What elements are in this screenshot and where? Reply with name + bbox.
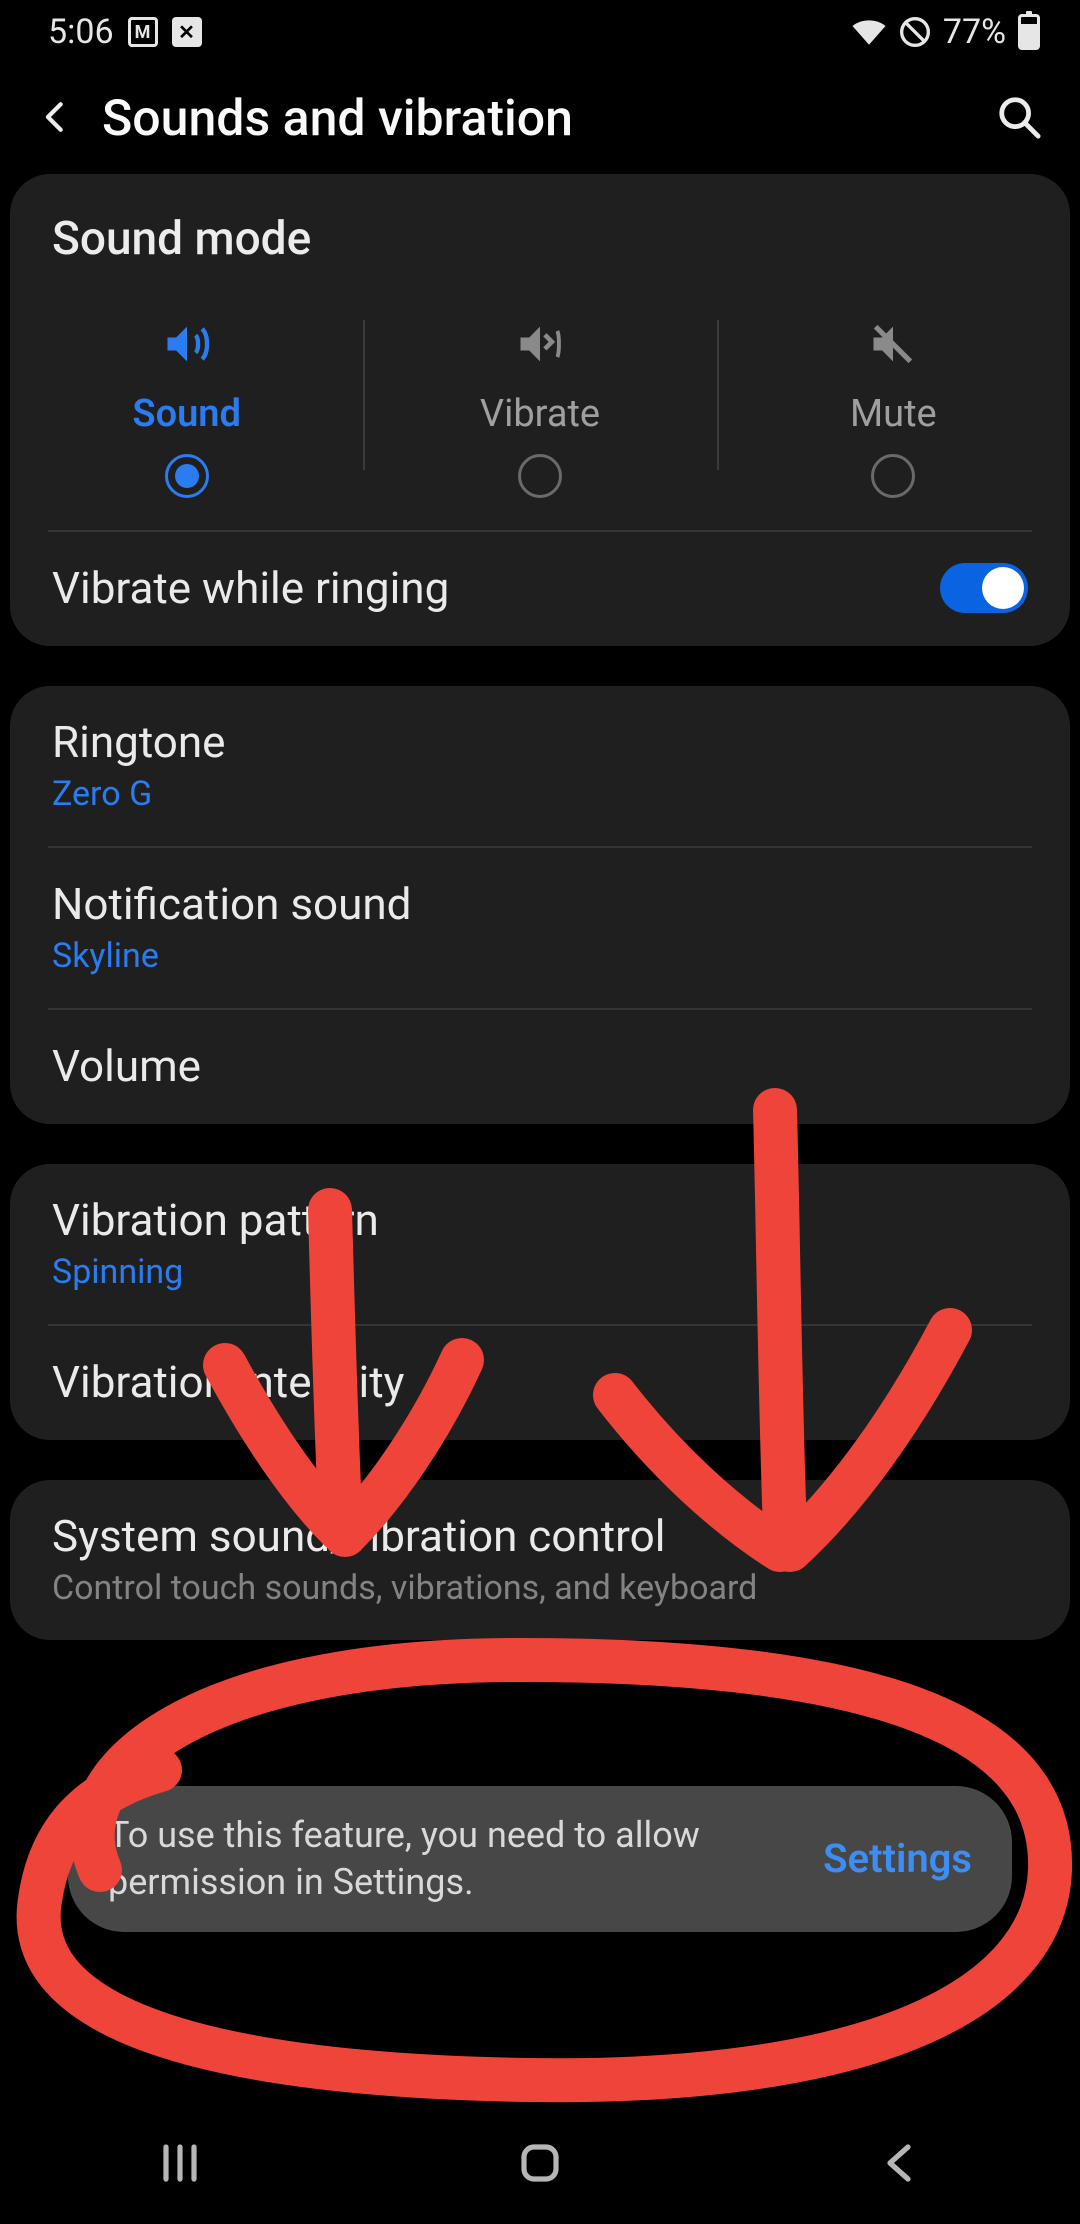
mode-option-vibrate[interactable]: Vibrate bbox=[363, 308, 716, 510]
row-label: Vibration pattern bbox=[52, 1194, 1028, 1246]
home-button[interactable] bbox=[516, 2139, 564, 2191]
toast-message: To use this feature, you need to allow p… bbox=[108, 1812, 799, 1906]
sounds-card: Ringtone Zero G Notification sound Skyli… bbox=[10, 686, 1070, 1124]
row-label: Notification sound bbox=[52, 878, 1028, 930]
card-error-icon: ✕ bbox=[172, 17, 202, 47]
row-label: Vibrate while ringing bbox=[52, 562, 920, 614]
recents-button[interactable] bbox=[156, 2139, 204, 2191]
sound-mode-card: Sound mode Sound Vibrate Mu bbox=[10, 174, 1070, 646]
vibration-pattern-row[interactable]: Vibration pattern Spinning bbox=[10, 1164, 1070, 1324]
status-right: 77% bbox=[851, 12, 1040, 52]
vibration-card: Vibration pattern Spinning Vibration int… bbox=[10, 1164, 1070, 1440]
row-label: Volume bbox=[52, 1040, 1028, 1092]
speaker-icon bbox=[161, 318, 213, 374]
vibrate-icon bbox=[514, 318, 566, 374]
row-value: Zero G bbox=[52, 774, 1028, 814]
row-label: Ringtone bbox=[52, 716, 1028, 768]
do-not-disturb-icon bbox=[899, 16, 931, 48]
back-button[interactable] bbox=[38, 95, 72, 143]
vibration-intensity-row[interactable]: Vibration intensity bbox=[10, 1326, 1070, 1440]
row-label: System sound/vibration control bbox=[52, 1510, 1028, 1562]
vibrate-while-ringing-row[interactable]: Vibrate while ringing bbox=[10, 532, 1070, 646]
search-button[interactable] bbox=[996, 94, 1042, 144]
system-sound-row[interactable]: System sound/vibration control Control t… bbox=[10, 1480, 1070, 1640]
row-value: Skyline bbox=[52, 936, 1028, 976]
speaker-mute-icon bbox=[867, 318, 919, 374]
ringtone-row[interactable]: Ringtone Zero G bbox=[10, 686, 1070, 846]
mode-label: Mute bbox=[850, 392, 937, 436]
permission-toast: To use this feature, you need to allow p… bbox=[68, 1786, 1012, 1932]
status-bar: 5:06 M ✕ 77% bbox=[0, 0, 1080, 64]
radio-unselected[interactable] bbox=[871, 454, 915, 498]
sound-mode-options: Sound Vibrate Mute bbox=[10, 286, 1070, 530]
toast-settings-button[interactable]: Settings bbox=[823, 1835, 972, 1882]
battery-percent: 77% bbox=[943, 12, 1006, 52]
navigation-bar bbox=[0, 2110, 1080, 2220]
mode-option-sound[interactable]: Sound bbox=[10, 308, 363, 510]
settings-content: Sound mode Sound Vibrate Mu bbox=[0, 174, 1080, 1640]
status-left: 5:06 M ✕ bbox=[48, 12, 202, 52]
volume-row[interactable]: Volume bbox=[10, 1010, 1070, 1124]
battery-icon bbox=[1018, 14, 1040, 50]
page-title: Sounds and vibration bbox=[102, 90, 966, 148]
toggle-on[interactable] bbox=[940, 563, 1028, 613]
notification-sound-row[interactable]: Notification sound Skyline bbox=[10, 848, 1070, 1008]
row-value: Spinning bbox=[52, 1252, 1028, 1292]
mode-option-mute[interactable]: Mute bbox=[717, 308, 1070, 510]
clock: 5:06 bbox=[48, 12, 114, 52]
wifi-icon bbox=[851, 18, 887, 46]
radio-selected[interactable] bbox=[165, 454, 209, 498]
nav-back-button[interactable] bbox=[876, 2139, 924, 2191]
mode-label: Vibrate bbox=[480, 392, 600, 436]
system-sound-card: System sound/vibration control Control t… bbox=[10, 1480, 1070, 1640]
row-description: Control touch sounds, vibrations, and ke… bbox=[52, 1568, 1028, 1608]
mode-label: Sound bbox=[132, 392, 241, 436]
sound-mode-title: Sound mode bbox=[10, 174, 1070, 286]
app-bar: Sounds and vibration bbox=[0, 64, 1080, 174]
gmail-notification-icon: M bbox=[128, 17, 158, 47]
radio-unselected[interactable] bbox=[518, 454, 562, 498]
row-label: Vibration intensity bbox=[52, 1356, 1028, 1408]
